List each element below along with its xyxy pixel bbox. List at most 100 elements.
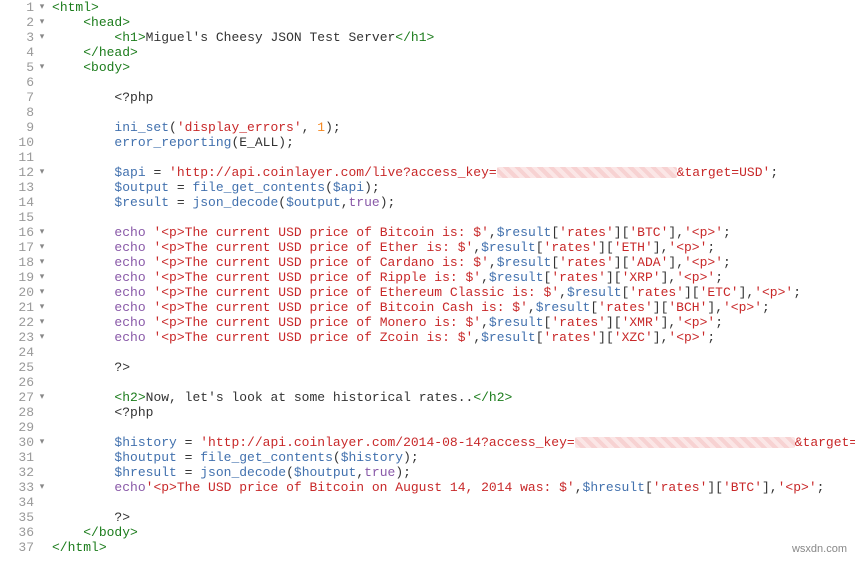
code-line[interactable]: 20▾ echo '<p>The current USD price of Et… (0, 285, 855, 300)
code-line[interactable]: 11 (0, 150, 855, 165)
code-content[interactable]: echo '<p>The current USD price of Ethere… (48, 285, 801, 300)
code-content[interactable] (48, 345, 52, 360)
code-content[interactable] (48, 375, 52, 390)
fold-arrow-icon[interactable]: ▾ (36, 435, 48, 450)
code-content[interactable]: ?> (48, 510, 130, 525)
token-string: '<p>The current USD price of Ripple is: … (153, 270, 481, 285)
code-line[interactable]: 34 (0, 495, 855, 510)
line-number: 4 (0, 45, 36, 60)
code-line[interactable]: 10 error_reporting(E_ALL); (0, 135, 855, 150)
fold-arrow-icon[interactable]: ▾ (36, 480, 48, 495)
code-line[interactable]: 4 </head> (0, 45, 855, 60)
code-content[interactable]: </html> (48, 540, 107, 555)
code-line[interactable]: 32 $hresult = json_decode($houtput,true)… (0, 465, 855, 480)
code-content[interactable]: <head> (48, 15, 130, 30)
token-bracket: [ (551, 225, 559, 240)
code-content[interactable]: </body> (48, 525, 138, 540)
code-content[interactable]: $api = 'http://api.coinlayer.com/live?ac… (48, 165, 778, 180)
code-content[interactable]: echo '<p>The current USD price of Monero… (48, 315, 723, 330)
code-line[interactable]: 30▾ $history = 'http://api.coinlayer.com… (0, 435, 855, 450)
code-content[interactable] (48, 105, 52, 120)
fold-arrow-icon[interactable]: ▾ (36, 270, 48, 285)
code-content[interactable]: <h2>Now, let's look at some historical r… (48, 390, 512, 405)
token-string: 'rates' (629, 285, 684, 300)
code-line[interactable]: 24 (0, 345, 855, 360)
token-def: Miguel's Cheesy JSON Test Server (146, 30, 396, 45)
code-content[interactable] (48, 75, 52, 90)
code-content[interactable]: $result = json_decode($output,true); (48, 195, 395, 210)
code-line[interactable]: 18▾ echo '<p>The current USD price of Ca… (0, 255, 855, 270)
fold-arrow-icon[interactable]: ▾ (36, 225, 48, 240)
code-content[interactable]: <?php (48, 90, 153, 105)
code-content[interactable]: $history = 'http://api.coinlayer.com/201… (48, 435, 855, 450)
code-content[interactable]: $hresult = json_decode($houtput,true); (48, 465, 411, 480)
code-content[interactable]: echo '<p>The current USD price of Zcoin … (48, 330, 715, 345)
token-bracket: ], (762, 480, 778, 495)
code-content[interactable]: echo '<p>The current USD price of Ether … (48, 240, 715, 255)
code-content[interactable]: ini_set('display_errors', 1); (48, 120, 341, 135)
code-content[interactable]: ?> (48, 360, 130, 375)
fold-arrow-icon[interactable]: ▾ (36, 15, 48, 30)
code-line[interactable]: 15 (0, 210, 855, 225)
fold-arrow-icon[interactable]: ▾ (36, 0, 48, 15)
code-content[interactable]: <body> (48, 60, 130, 75)
code-line[interactable]: 14 $result = json_decode($output,true); (0, 195, 855, 210)
code-line[interactable]: 25 ?> (0, 360, 855, 375)
code-content[interactable]: </head> (48, 45, 138, 60)
fold-arrow-icon[interactable]: ▾ (36, 165, 48, 180)
code-line[interactable]: 35 ?> (0, 510, 855, 525)
code-line[interactable]: 6 (0, 75, 855, 90)
code-line[interactable]: 26 (0, 375, 855, 390)
code-line[interactable]: 5▾ <body> (0, 60, 855, 75)
code-content[interactable] (48, 210, 52, 225)
code-line[interactable]: 23▾ echo '<p>The current USD price of Zc… (0, 330, 855, 345)
code-content[interactable]: error_reporting(E_ALL); (48, 135, 294, 150)
code-line[interactable]: 9 ini_set('display_errors', 1); (0, 120, 855, 135)
code-line[interactable]: 27▾ <h2>Now, let's look at some historic… (0, 390, 855, 405)
code-content[interactable]: <?php (48, 405, 153, 420)
code-content[interactable] (48, 420, 52, 435)
code-line[interactable]: 37</html> (0, 540, 855, 555)
code-content[interactable]: echo '<p>The current USD price of Bitcoi… (48, 225, 731, 240)
token-string: 'BCH' (668, 300, 707, 315)
fold-arrow-icon[interactable]: ▾ (36, 285, 48, 300)
code-line[interactable]: 8 (0, 105, 855, 120)
code-content[interactable]: echo'<p>The USD price of Bitcoin on Augu… (48, 480, 824, 495)
fold-arrow-icon[interactable]: ▾ (36, 240, 48, 255)
fold-arrow-icon[interactable]: ▾ (36, 330, 48, 345)
code-content[interactable] (48, 150, 52, 165)
code-line[interactable]: 3▾ <h1>Miguel's Cheesy JSON Test Server<… (0, 30, 855, 45)
fold-arrow-icon[interactable]: ▾ (36, 300, 48, 315)
code-line[interactable]: 21▾ echo '<p>The current USD price of Bi… (0, 300, 855, 315)
code-line[interactable]: 17▾ echo '<p>The current USD price of Et… (0, 240, 855, 255)
code-content[interactable]: <html> (48, 0, 99, 15)
fold-arrow-icon[interactable]: ▾ (36, 255, 48, 270)
code-line[interactable]: 7 <?php (0, 90, 855, 105)
code-line[interactable]: 22▾ echo '<p>The current USD price of Mo… (0, 315, 855, 330)
fold-arrow-icon[interactable]: ▾ (36, 390, 48, 405)
code-line[interactable]: 12▾ $api = 'http://api.coinlayer.com/liv… (0, 165, 855, 180)
fold-arrow-icon[interactable]: ▾ (36, 315, 48, 330)
code-content[interactable]: echo '<p>The current USD price of Cardan… (48, 255, 731, 270)
code-content[interactable]: <h1>Miguel's Cheesy JSON Test Server</h1… (48, 30, 434, 45)
code-line[interactable]: 1▾<html> (0, 0, 855, 15)
code-line[interactable]: 31 $houtput = file_get_contents($history… (0, 450, 855, 465)
fold-arrow-icon[interactable]: ▾ (36, 30, 48, 45)
code-line[interactable]: 19▾ echo '<p>The current USD price of Ri… (0, 270, 855, 285)
code-line[interactable]: 2▾ <head> (0, 15, 855, 30)
token-string: 'rates' (559, 255, 614, 270)
code-content[interactable]: $houtput = file_get_contents($history); (48, 450, 419, 465)
code-line[interactable]: 33▾ echo'<p>The USD price of Bitcoin on … (0, 480, 855, 495)
code-line[interactable]: 29 (0, 420, 855, 435)
code-line[interactable]: 16▾ echo '<p>The current USD price of Bi… (0, 225, 855, 240)
code-line[interactable]: 28 <?php (0, 405, 855, 420)
code-line[interactable]: 36 </body> (0, 525, 855, 540)
token-string: 'http://api.coinlayer.com/live?access_ke… (169, 165, 497, 180)
code-content[interactable]: echo '<p>The current USD price of Bitcoi… (48, 300, 770, 315)
code-content[interactable]: $output = file_get_contents($api); (48, 180, 380, 195)
code-content[interactable] (48, 495, 52, 510)
fold-arrow-icon[interactable]: ▾ (36, 60, 48, 75)
code-content[interactable]: echo '<p>The current USD price of Ripple… (48, 270, 723, 285)
code-line[interactable]: 13 $output = file_get_contents($api); (0, 180, 855, 195)
code-editor[interactable]: 1▾<html>2▾ <head>3▾ <h1>Miguel's Cheesy … (0, 0, 855, 555)
